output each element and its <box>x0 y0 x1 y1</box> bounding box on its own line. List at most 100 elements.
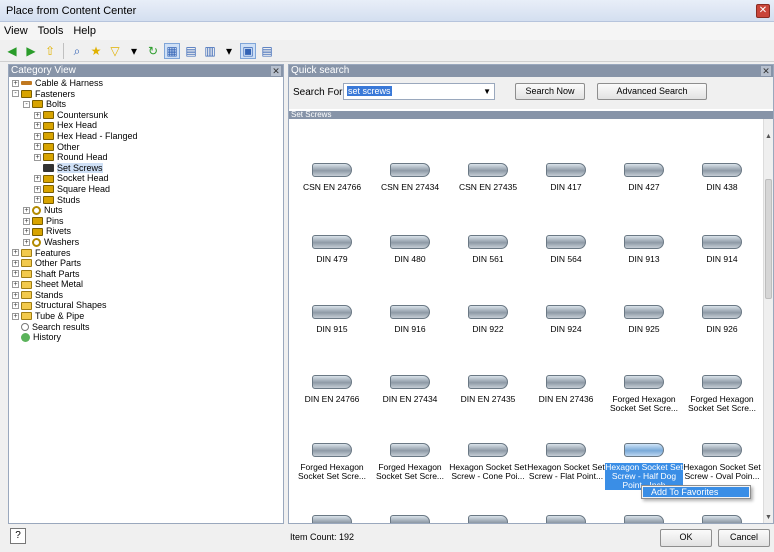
result-item[interactable]: CSN EN 24766 <box>293 163 371 192</box>
result-item[interactable]: DIN 479 <box>293 235 371 264</box>
expand-icon[interactable]: + <box>34 153 41 161</box>
result-item[interactable]: DIN 913 <box>605 235 683 264</box>
search-now-button[interactable]: Search Now <box>515 83 585 100</box>
expand-icon[interactable]: + <box>34 143 41 151</box>
search-input[interactable]: set screws ▼ <box>343 83 495 100</box>
expand-icon[interactable]: + <box>12 79 19 87</box>
split-view-icon[interactable]: ▣ <box>240 42 256 59</box>
result-item[interactable]: DIN EN 27435 <box>449 375 527 404</box>
menu-view[interactable]: View <box>4 25 28 37</box>
tree-item[interactable]: + Hex Head <box>9 120 283 131</box>
result-item[interactable]: CSN EN 27435 <box>449 163 527 192</box>
result-item[interactable]: DIN EN 27434 <box>371 375 449 404</box>
result-item[interactable]: DIN EN 24766 <box>293 375 371 404</box>
result-item[interactable]: Hexagon Socket Set Screw - Oval Poin... <box>683 443 761 481</box>
tree-view-icon[interactable]: ▦ <box>164 42 180 59</box>
scroll-down-icon[interactable]: ▼ <box>765 514 772 521</box>
result-item[interactable]: DIN 480 <box>371 235 449 264</box>
tree-item[interactable]: + Round Head <box>9 152 283 163</box>
favorites-icon[interactable]: ★ <box>88 43 104 59</box>
tree-item[interactable]: - Fasteners <box>9 89 283 100</box>
tree-item[interactable]: + Square Head <box>9 184 283 195</box>
filter-dropdown-icon[interactable]: ▾ <box>126 43 142 59</box>
result-item[interactable]: Hexagon Socket Set Screw - Half Dog Poin… <box>605 443 683 490</box>
result-item[interactable]: DIN 916 <box>371 305 449 334</box>
menu-help[interactable]: Help <box>73 25 96 37</box>
result-item[interactable]: DIN 417 <box>527 163 605 192</box>
expand-icon[interactable]: + <box>23 217 30 225</box>
tree-item[interactable]: + Countersunk <box>9 110 283 121</box>
result-item[interactable]: DIN 926 <box>683 305 761 334</box>
scroll-up-icon[interactable]: ▲ <box>765 133 772 140</box>
tree-item[interactable]: + Pins <box>9 216 283 227</box>
tree-item[interactable]: + Rivets <box>9 226 283 237</box>
expand-icon[interactable]: + <box>12 312 19 320</box>
expand-icon[interactable]: + <box>12 281 19 289</box>
tree-item[interactable]: + Stands <box>9 290 283 301</box>
expand-icon[interactable]: + <box>23 238 30 246</box>
result-item[interactable]: DIN 925 <box>605 305 683 334</box>
expand-icon[interactable]: + <box>23 228 30 236</box>
result-item[interactable]: DIN 438 <box>683 163 761 192</box>
tree-item[interactable]: + Socket Head <box>9 173 283 184</box>
expand-icon[interactable]: + <box>34 111 41 119</box>
list-view-icon[interactable]: ▤ <box>259 43 275 59</box>
advanced-search-button[interactable]: Advanced Search <box>597 83 707 100</box>
tree-item[interactable]: + Other Parts <box>9 258 283 269</box>
tree-item[interactable]: Search results <box>9 322 283 333</box>
filter-icon[interactable]: ▽ <box>107 43 123 59</box>
result-item[interactable]: DIN 564 <box>527 235 605 264</box>
close-quick-search-icon[interactable]: ✕ <box>761 66 771 76</box>
tree-item[interactable]: + Cable & Harness <box>9 78 283 89</box>
result-item[interactable]: IS 6094 FDP/HDP <box>683 515 761 523</box>
result-item[interactable]: DIN EN 27436 <box>527 375 605 404</box>
refresh-icon[interactable]: ↻ <box>145 43 161 59</box>
expand-icon[interactable]: + <box>12 249 19 257</box>
expand-icon[interactable]: + <box>34 122 41 130</box>
cancel-button[interactable]: Cancel <box>718 529 770 547</box>
close-pane-icon[interactable]: ✕ <box>271 66 281 76</box>
result-item[interactable]: Forged Hexagon Socket Set Scre... <box>371 443 449 481</box>
result-item[interactable]: CSN EN 27434 <box>371 163 449 192</box>
tree-item[interactable]: - Bolts <box>9 99 283 110</box>
collapse-icon[interactable]: - <box>12 90 19 98</box>
expand-icon[interactable]: + <box>12 270 19 278</box>
view-mode-icon[interactable]: ▥ <box>202 43 218 59</box>
tree-item[interactable]: + Structural Shapes <box>9 300 283 311</box>
expand-icon[interactable]: + <box>34 132 41 140</box>
result-item[interactable]: Forged Hexagon Socket Set Scre... <box>605 375 683 413</box>
result-item[interactable]: DIN 915 <box>293 305 371 334</box>
result-item[interactable]: Forged Hexagon Socket Set Scre... <box>683 375 761 413</box>
up-folder-icon[interactable]: ⇧ <box>42 43 58 59</box>
search-dropdown-icon[interactable]: ▼ <box>483 84 491 99</box>
ok-button[interactable]: OK <box>660 529 712 547</box>
result-item[interactable]: IS 2388 E <box>449 515 527 523</box>
tree-item[interactable]: + Shaft Parts <box>9 269 283 280</box>
tree-item[interactable]: + Sheet Metal <box>9 279 283 290</box>
tree-item[interactable]: History <box>9 332 283 343</box>
expand-icon[interactable]: + <box>34 196 41 204</box>
result-item[interactable]: IS 2388 J <box>527 515 605 523</box>
result-item[interactable]: Hexagon Socket Set Screw - Cone Poi... <box>449 443 527 481</box>
result-item[interactable]: DIN 914 <box>683 235 761 264</box>
result-item[interactable]: DIN 922 <box>449 305 527 334</box>
expand-icon[interactable]: + <box>23 206 30 214</box>
tree-item[interactable]: Set Screws <box>9 162 283 174</box>
back-icon[interactable]: ◀ <box>4 43 20 59</box>
close-icon[interactable]: ✕ <box>756 4 770 18</box>
forward-icon[interactable]: ▶ <box>23 43 39 59</box>
tree-item[interactable]: + Hex Head - Flanged <box>9 131 283 142</box>
result-item[interactable]: IS 6094 CP <box>605 515 683 523</box>
collapse-icon[interactable]: - <box>23 100 30 108</box>
expand-icon[interactable]: + <box>12 302 19 310</box>
table-view-icon[interactable]: ▤ <box>183 43 199 59</box>
help-button[interactable]: ? <box>10 528 26 544</box>
tree-item[interactable]: + Tube & Pipe <box>9 311 283 322</box>
expand-icon[interactable]: + <box>34 175 41 183</box>
expand-icon[interactable]: + <box>34 185 41 193</box>
tree-item[interactable]: + Features <box>9 248 283 259</box>
tree-item[interactable]: + Other <box>9 142 283 153</box>
tree-item[interactable]: + Washers <box>9 237 283 248</box>
result-item[interactable]: Hexagon Socket Set Screw - Flat Point... <box>527 443 605 481</box>
menu-tools[interactable]: Tools <box>38 25 64 37</box>
